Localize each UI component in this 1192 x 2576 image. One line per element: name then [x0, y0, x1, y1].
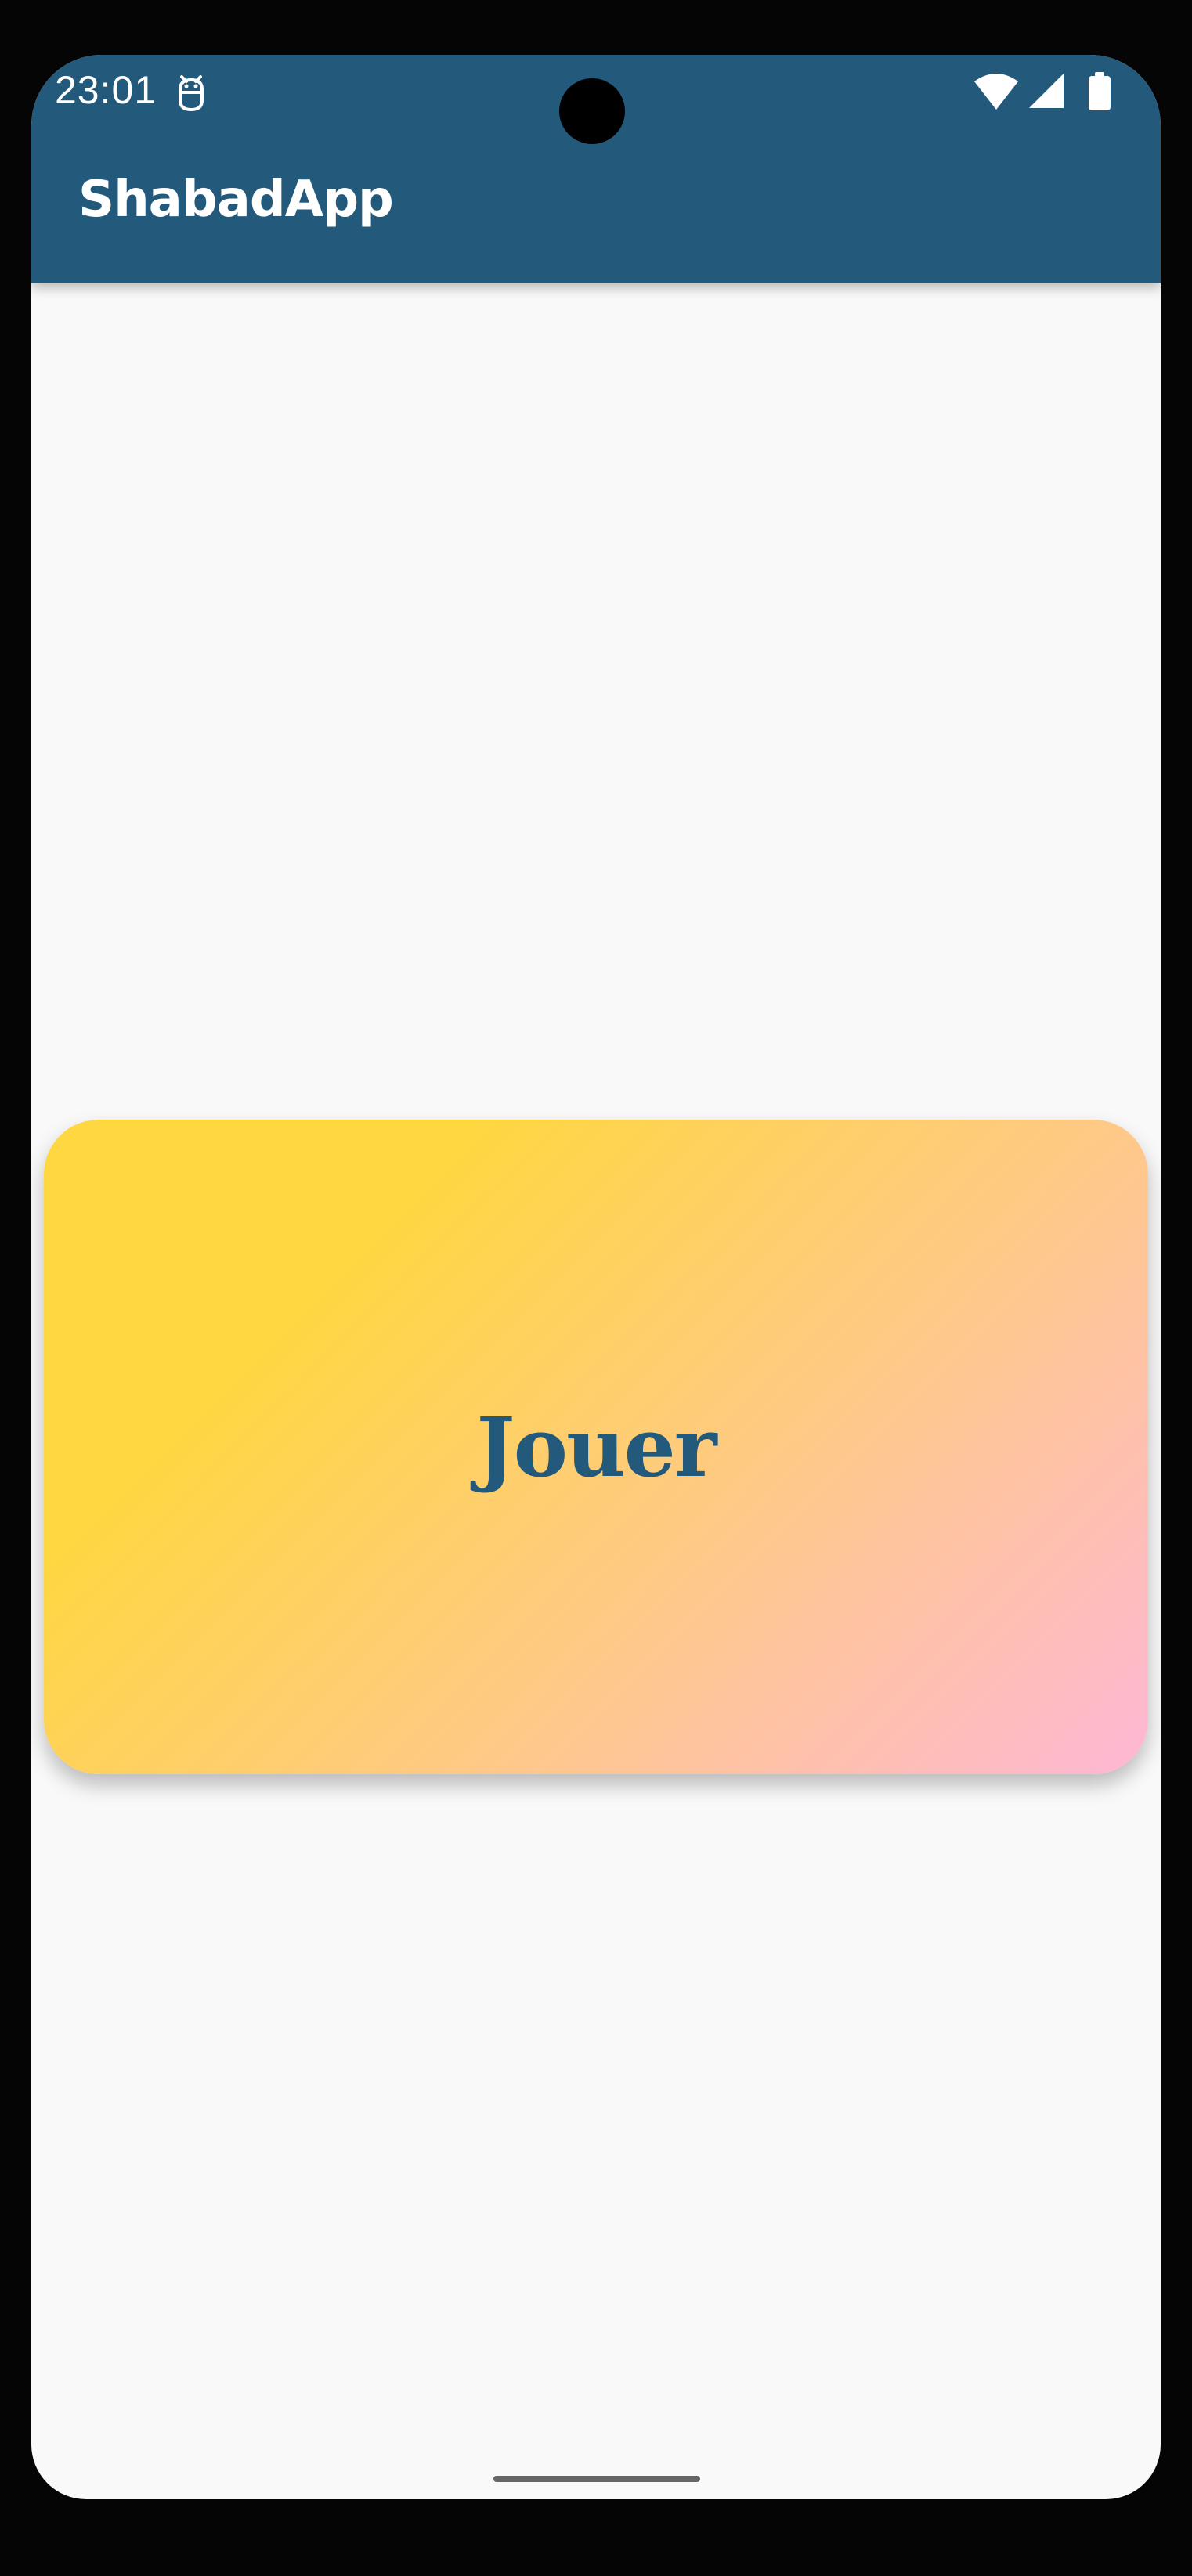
status-clock: 23:01	[55, 68, 157, 112]
front-camera	[559, 78, 625, 144]
system-status-icons	[974, 72, 1111, 110]
main-content: Jouer	[31, 283, 1161, 2499]
app-title: ShabadApp	[78, 171, 394, 229]
battery-icon	[1089, 72, 1111, 110]
play-button[interactable]: Jouer	[44, 1120, 1148, 1774]
play-button-label: Jouer	[476, 1398, 717, 1495]
home-indicator[interactable]	[493, 2476, 700, 2482]
wifi-icon	[974, 74, 1018, 110]
phone-frame: 23:01 ShabadApp Jouer	[0, 0, 1192, 2576]
app-screen: 23:01 ShabadApp Jouer	[31, 55, 1161, 2499]
cellular-signal-icon	[1029, 74, 1064, 108]
android-debug-icon	[179, 75, 204, 112]
